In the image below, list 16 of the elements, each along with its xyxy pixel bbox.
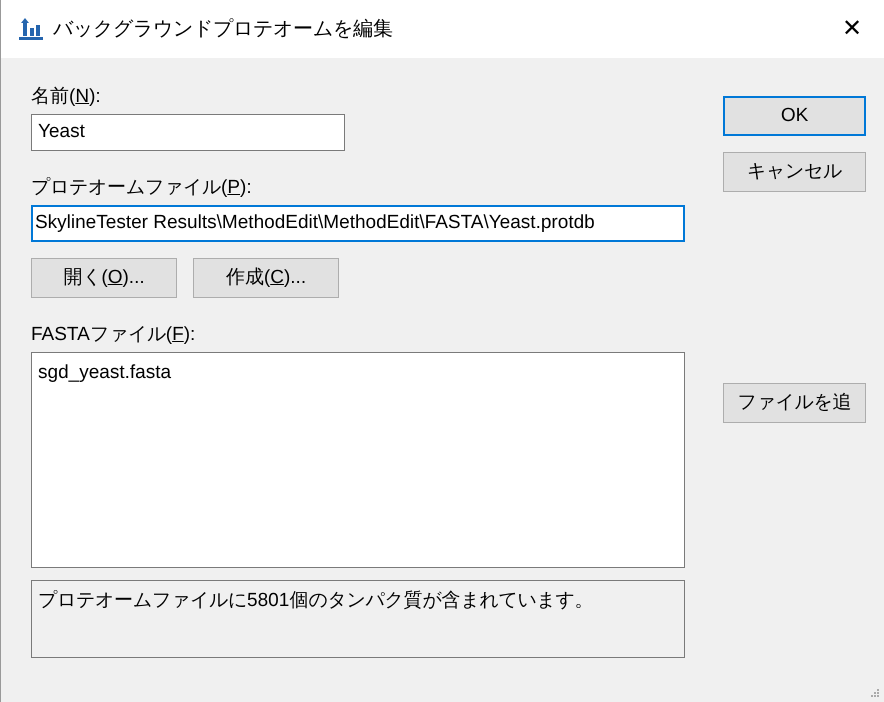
proteome-file-field[interactable]: SkylineTester Results\MethodEdit\MethodEdit\FASTA\Yeast.protdb bbox=[31, 205, 686, 242]
add-file-button[interactable]: ファイルを追 bbox=[723, 383, 866, 423]
window-title: バックグラウンドプロテオームを編集 bbox=[53, 17, 393, 42]
resize-grip-icon[interactable] bbox=[870, 688, 880, 698]
file-button[interactable]: 開く(O)... bbox=[31, 258, 177, 298]
list-item[interactable]: sgd_yeast.fasta bbox=[38, 359, 678, 388]
name-field[interactable]: Yeast bbox=[31, 114, 345, 151]
app-icon bbox=[19, 17, 45, 41]
file-button[interactable]: 作成(C)... bbox=[193, 258, 339, 298]
name-label: 名前(N): bbox=[31, 85, 102, 109]
proteome-file-label: プロテオームファイル(P): bbox=[31, 176, 253, 200]
dialog-button[interactable]: キャンセル bbox=[723, 152, 866, 192]
close-button[interactable]: ✕ bbox=[838, 17, 866, 41]
dialog-button[interactable]: OK bbox=[723, 96, 866, 136]
status-message: プロテオームファイルに5801個のタンパク質が含まれています。 bbox=[31, 580, 686, 658]
fasta-files-label: FASTAファイル(F): bbox=[31, 323, 196, 347]
